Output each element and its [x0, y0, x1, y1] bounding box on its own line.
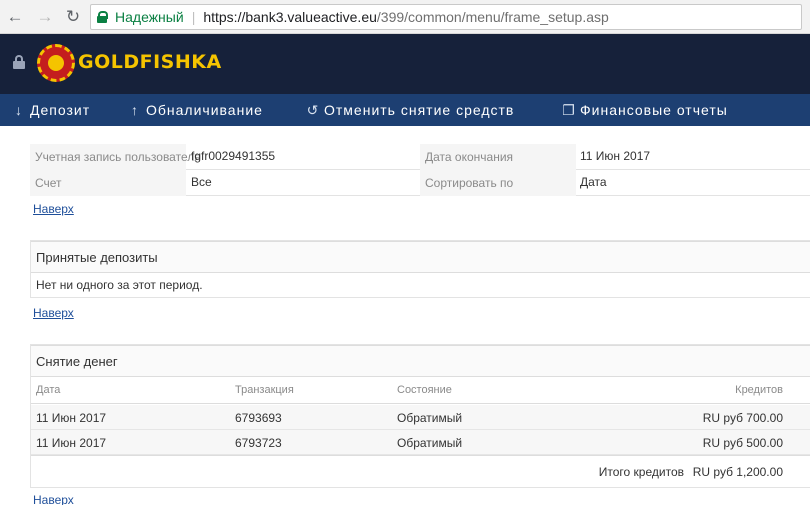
- logo-text[interactable]: GOLDFISHKA: [78, 51, 222, 73]
- undo-icon: ↺: [306, 101, 320, 118]
- table-header: Дата Транзакция Состояние Кредитов: [31, 378, 810, 404]
- withdrawals-panel: Снятие денег Дата Транзакция Состояние К…: [30, 344, 810, 488]
- filter-value: 11 Июн 2017: [580, 149, 651, 163]
- site-header: GOLDFISHKA: [0, 34, 810, 94]
- total-value: RU руб 1,200.00: [692, 465, 783, 479]
- arrow-down-icon: ↓: [15, 102, 23, 118]
- back-to-top-link[interactable]: Наверх: [33, 493, 74, 505]
- filter-value: Дата: [580, 175, 607, 189]
- cell-credits: RU руб 700.00: [702, 411, 783, 425]
- back-arrow-icon[interactable]: ←: [4, 6, 26, 28]
- lock-icon: [13, 55, 25, 69]
- arrow-up-icon: ↑: [131, 102, 139, 118]
- deposits-title: Принятые депозиты: [31, 241, 810, 273]
- cell-date: 11 Июн 2017: [36, 436, 107, 450]
- secure-lock-icon: [97, 11, 108, 23]
- reload-icon[interactable]: ↻: [62, 6, 84, 28]
- forward-arrow-icon[interactable]: →: [34, 6, 56, 28]
- menu-item-financial-reports[interactable]: ❐ Финансовые отчеты: [562, 102, 728, 119]
- withdrawals-title: Снятие денег: [31, 345, 810, 377]
- total-label: Итого кредитов: [598, 465, 684, 479]
- deposits-empty-message: Нет ни одного за этот период.: [36, 278, 203, 292]
- filter-label: Сортировать по: [425, 176, 514, 190]
- url-domain: https://bank3.valueactive.eu: [203, 9, 377, 25]
- menu-item-label: Отменить снятие средств: [324, 102, 515, 118]
- cell-status: Обратимый: [397, 411, 463, 425]
- logo-chip-icon[interactable]: [37, 44, 75, 82]
- column-header-status: Состояние: [397, 384, 452, 396]
- table-row: 11 Июн 2017 6793693 Обратимый RU руб 700…: [31, 405, 810, 430]
- menu-item-withdraw[interactable]: ↑ Обналичивание: [128, 102, 263, 118]
- menu-item-label: Депозит: [30, 102, 91, 118]
- address-separator: |: [191, 9, 196, 25]
- copy-icon: ❐: [562, 101, 576, 118]
- column-header-credits: Кредитов: [735, 384, 783, 396]
- table-row: 11 Июн 2017 6793723 Обратимый RU руб 500…: [31, 430, 810, 455]
- cell-date: 11 Июн 2017: [36, 411, 107, 425]
- secure-label: Надежный: [115, 9, 184, 25]
- filter-value: fgfr0029491355: [191, 149, 276, 163]
- filter-label: Счет: [35, 176, 62, 190]
- back-to-top-link[interactable]: Наверх: [33, 202, 74, 216]
- menu-item-label: Обналичивание: [146, 102, 263, 118]
- menu-item-label: Финансовые отчеты: [580, 102, 728, 118]
- column-header-date: Дата: [36, 384, 61, 396]
- cell-transaction: 6793693: [235, 411, 282, 425]
- filter-value: Все: [191, 175, 212, 189]
- deposits-panel: Принятые депозиты Нет ни одного за этот …: [30, 240, 810, 298]
- report-content: Учетная запись пользователя fgfr00294913…: [30, 126, 810, 505]
- menu-item-deposit[interactable]: ↓ Депозит: [12, 102, 90, 118]
- url-path: /399/common/menu/frame_setup.asp: [376, 9, 609, 25]
- menu-item-cancel-withdrawal[interactable]: ↺ Отменить снятие средств: [306, 102, 514, 119]
- address-bar[interactable]: Надежный | https://bank3.valueactive.eu …: [90, 4, 802, 30]
- cell-credits: RU руб 500.00: [702, 436, 783, 450]
- main-menu: ↓ Депозит ↑ Обналичивание ↺ Отменить сня…: [0, 94, 810, 126]
- filter-row: Счет Все Сортировать по Дата: [30, 170, 810, 196]
- cell-status: Обратимый: [397, 436, 463, 450]
- filter-row: Учетная запись пользователя fgfr00294913…: [30, 144, 810, 170]
- cell-transaction: 6793723: [235, 436, 282, 450]
- total-row: Итого кредитов RU руб 1,200.00: [31, 455, 810, 487]
- filter-label: Дата окончания: [425, 150, 514, 164]
- filter-label: Учетная запись пользователя: [35, 150, 201, 164]
- column-header-transaction: Транзакция: [235, 384, 294, 396]
- back-to-top-link[interactable]: Наверх: [33, 306, 74, 320]
- browser-toolbar: ← → ↻ Надежный | https://bank3.valueacti…: [0, 0, 810, 34]
